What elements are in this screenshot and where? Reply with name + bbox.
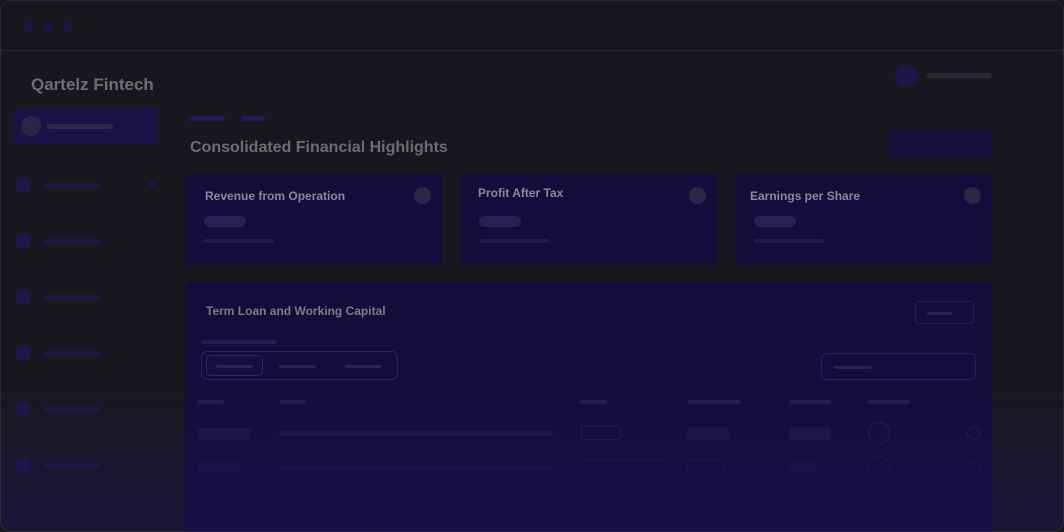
sidebar-item[interactable] [15, 175, 155, 195]
table-cell-placeholder [789, 461, 817, 473]
table-cell-placeholder [279, 431, 553, 436]
table-cell-placeholder [198, 428, 251, 440]
card-value-placeholder [204, 216, 246, 227]
breadcrumb-item[interactable] [188, 116, 225, 121]
sidebar-item[interactable] [15, 231, 155, 251]
panel-subtitle-placeholder [201, 340, 277, 344]
sidebar-item[interactable] [15, 343, 155, 363]
row-action-icon[interactable] [967, 461, 980, 474]
app-window: Qartelz Fintech Consolidated Financial H… [0, 0, 1064, 532]
brand-logo[interactable]: Qartelz Fintech [31, 75, 154, 95]
term-loan-panel: Term Loan and Working Capital [185, 282, 992, 531]
sidebar-item-label-placeholder [43, 295, 101, 300]
sidebar-item-label-placeholder [47, 124, 113, 129]
sidebar-nav-icon [15, 289, 31, 305]
window-minimize-dot-icon[interactable] [43, 22, 53, 32]
sidebar-item-label-placeholder [43, 407, 101, 412]
card-info-icon[interactable] [964, 187, 981, 204]
segmented-tabs [201, 351, 398, 380]
avatar-icon [21, 116, 41, 136]
table-header-cell [868, 400, 910, 404]
table-cell-placeholder [198, 461, 239, 473]
card-caption-placeholder [754, 239, 824, 243]
table-cell-placeholder [198, 495, 248, 507]
title-bar [1, 1, 1063, 51]
table-header-cell [279, 400, 306, 404]
sidebar-nav-icon [15, 457, 31, 473]
card-title: Revenue from Operation [205, 189, 346, 203]
user-name-placeholder [927, 73, 992, 78]
card-value-placeholder [754, 216, 796, 227]
row-action-icon[interactable] [967, 427, 980, 440]
sidebar-item-label-placeholder [43, 463, 101, 468]
card-caption-placeholder [479, 239, 549, 243]
sidebar-item[interactable] [15, 399, 155, 419]
table-cell-badge [581, 460, 670, 474]
stat-card-eps: Earnings per Share [735, 174, 992, 265]
tab-label-placeholder [216, 365, 253, 368]
sidebar-nav-icon [15, 345, 31, 361]
row-avatar-icon [868, 456, 890, 478]
chevron-icon [149, 181, 155, 187]
table-cell-placeholder [789, 495, 827, 507]
page-title: Consolidated Financial Highlights [190, 139, 448, 156]
card-value-placeholder [479, 216, 521, 227]
table-cell-badge [687, 460, 725, 474]
table-cell-placeholder [279, 499, 553, 504]
card-title: Earnings per Share [750, 189, 861, 203]
card-title: Profit After Tax [478, 186, 564, 200]
row-avatar-icon [868, 422, 890, 444]
window-maximize-dot-icon[interactable] [63, 22, 73, 32]
avatar-icon [895, 65, 917, 87]
panel-action-button[interactable] [915, 301, 974, 324]
table-cell-placeholder [789, 427, 831, 440]
table-header-cell [580, 400, 607, 404]
sidebar-item[interactable] [15, 287, 155, 307]
sidebar-nav-icon [15, 177, 31, 193]
stat-card-revenue: Revenue from Operation [185, 174, 442, 265]
table-cell-badge [581, 426, 621, 440]
search-input[interactable] [821, 353, 976, 380]
table-header-cell [789, 400, 831, 404]
sidebar-item-label-placeholder [43, 183, 101, 188]
sidebar-item-label-placeholder [43, 351, 101, 356]
panel-title: Term Loan and Working Capital [206, 304, 386, 318]
card-info-icon[interactable] [689, 187, 706, 204]
tab-label-placeholder[interactable] [279, 365, 316, 368]
sidebar-item[interactable] [15, 455, 155, 475]
tab-label-placeholder[interactable] [345, 365, 382, 368]
table-cell-placeholder [687, 427, 729, 440]
sidebar-item-active[interactable] [13, 108, 157, 144]
sidebar-nav-icon [15, 401, 31, 417]
table-header-cell [197, 400, 224, 404]
table-cell-placeholder [279, 465, 553, 470]
breadcrumb-item[interactable] [241, 116, 265, 121]
primary-action-button[interactable] [888, 130, 992, 158]
sidebar-item-label-placeholder [43, 239, 101, 244]
table-header-cell [687, 400, 741, 404]
sidebar-nav-icon [15, 233, 31, 249]
window-close-dot-icon[interactable] [23, 22, 33, 32]
card-caption-placeholder [204, 239, 274, 243]
card-info-icon[interactable] [414, 187, 431, 204]
stat-card-profit: Profit After Tax [460, 174, 717, 265]
